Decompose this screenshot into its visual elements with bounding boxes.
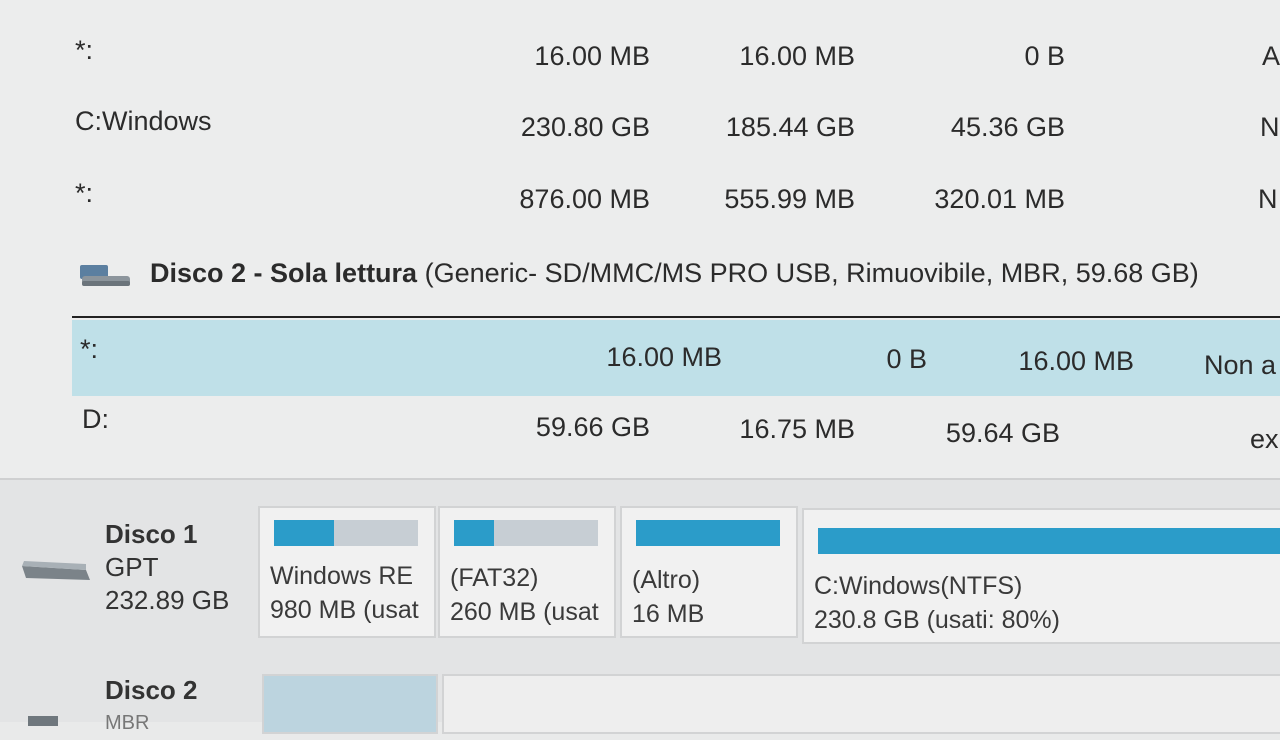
partition-size: 980 MB (usat	[270, 596, 419, 624]
usage-fill	[454, 520, 495, 546]
volume-free: 45.36 GB	[950, 112, 1065, 142]
volume-name: D:	[82, 404, 109, 434]
volume-table: *: 16.00 MB 16.00 MB 0 B A C:Windows 230…	[0, 0, 1280, 478]
disk-2-details: (Generic- SD/MMC/MS PRO USB, Rimuovibile…	[424, 258, 1199, 288]
volume-used: 555.99 MB	[724, 184, 855, 214]
usage-fill	[818, 528, 1280, 554]
volume-name: C:Windows	[75, 106, 212, 136]
volume-extra: Non a	[1204, 350, 1277, 380]
disk-1-size: 232.89 GB	[105, 585, 230, 615]
hard-drive-icon	[22, 561, 90, 580]
usage-bar	[274, 520, 418, 546]
partition-label: (Altro)	[632, 566, 701, 594]
volume-free: 320.01 MB	[934, 184, 1065, 214]
partition-label: (FAT32)	[450, 564, 539, 592]
partition-block[interactable]: Windows RE 980 MB (usat	[258, 506, 436, 638]
disk-1-name: Disco 1	[105, 519, 198, 549]
usage-bar	[454, 520, 598, 546]
volume-extra: N	[1258, 184, 1278, 214]
disk-2-header[interactable]: Disco 2 - Sola lettura (Generic- SD/MMC/…	[0, 250, 1280, 320]
removable-drive-icon	[28, 716, 58, 726]
partition-block[interactable]: (Altro) 16 MB	[620, 506, 798, 638]
disk-2-title: Disco 2 - Sola lettura (Generic- SD/MMC/…	[150, 258, 1199, 289]
volume-extra: A	[1262, 41, 1280, 71]
volume-name: *:	[75, 178, 94, 208]
partition-size: 16 MB	[632, 600, 705, 628]
table-row[interactable]: *: 876.00 MB 555.99 MB 320.01 MB N	[0, 178, 1280, 238]
disk-2-title-bold: Disco 2 - Sola lettura	[150, 258, 418, 288]
volume-capacity: 16.00 MB	[534, 41, 650, 71]
disk-2-name: Disco 2	[105, 675, 198, 705]
volume-used: 16.75 MB	[739, 414, 855, 444]
usage-fill	[636, 520, 780, 546]
table-row[interactable]: *: 16.00 MB 16.00 MB 0 B A	[0, 35, 1280, 95]
volume-free: 0 B	[1024, 41, 1065, 71]
table-row[interactable]: C:Windows 230.80 GB 185.44 GB 45.36 GB N	[0, 106, 1280, 166]
partition-label: C:Windows(NTFS)	[814, 572, 1023, 600]
volume-used: 16.00 MB	[739, 41, 855, 71]
table-row-selected[interactable]: *: 16.00 MB 0 B 16.00 MB Non a	[72, 320, 1280, 396]
partition-size: 260 MB (usat	[450, 598, 599, 626]
volume-capacity: 230.80 GB	[520, 112, 650, 142]
removable-drive-icon	[80, 265, 130, 286]
volume-used: 185.44 GB	[725, 112, 855, 142]
volume-name: *:	[75, 35, 94, 65]
usage-fill	[274, 520, 335, 546]
header-divider	[72, 316, 1280, 318]
volume-capacity: 876.00 MB	[519, 184, 650, 214]
volume-free: 16.00 MB	[1018, 346, 1134, 376]
volume-extra: ex	[1250, 424, 1279, 454]
usage-bar	[636, 520, 780, 546]
disk-2-type: MBR	[105, 712, 150, 734]
partition-block[interactable]: (FAT32) 260 MB (usat	[438, 506, 616, 638]
volume-extra: N	[1260, 112, 1280, 142]
table-row[interactable]: D: 59.66 GB 16.75 MB 59.64 GB ex	[0, 404, 1280, 464]
partition-size: 230.8 GB (usati: 80%)	[814, 606, 1060, 634]
partition-block[interactable]: C:Windows(NTFS) 230.8 GB (usati: 80%)	[802, 508, 1280, 644]
volume-used: 0 B	[886, 344, 927, 374]
disk-1-type: GPT	[105, 552, 159, 582]
disk-2-label[interactable]: Disco 2 MBR	[105, 674, 198, 740]
volume-capacity: 59.66 GB	[535, 412, 650, 442]
partition-label: Windows RE	[270, 562, 414, 590]
volume-capacity: 16.00 MB	[606, 342, 722, 372]
disk-1-label[interactable]: Disco 1 GPT 232.89 GB	[105, 518, 229, 617]
partition-block[interactable]	[262, 674, 438, 734]
partition-block[interactable]	[442, 674, 1280, 734]
volume-name: *:	[80, 334, 99, 364]
volume-free: 59.64 GB	[945, 418, 1060, 448]
usage-bar	[818, 528, 1280, 554]
